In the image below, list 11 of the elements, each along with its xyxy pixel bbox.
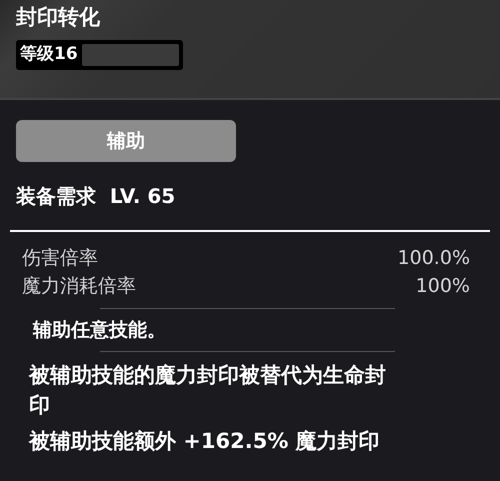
level-label: 等级16 xyxy=(20,43,78,66)
description-text: 辅助任意技能。 xyxy=(33,318,167,343)
tag-label: 辅助 xyxy=(16,120,236,162)
effect-text: 被辅助技能额外 +162.5% 魔力封印 xyxy=(29,428,381,455)
stat-value: 100% xyxy=(416,274,470,299)
requirement-text: 装备需求 LV. 65 xyxy=(16,183,176,210)
stat-label: 魔力消耗倍率 xyxy=(22,274,136,299)
stat-label: 伤害倍率 xyxy=(22,246,98,271)
skill-title: 封印转化 xyxy=(16,4,101,31)
effect-text: 被辅助技能的魔力封印被替代为生命封印 xyxy=(29,362,387,419)
stat-value: 100.0% xyxy=(398,246,470,271)
